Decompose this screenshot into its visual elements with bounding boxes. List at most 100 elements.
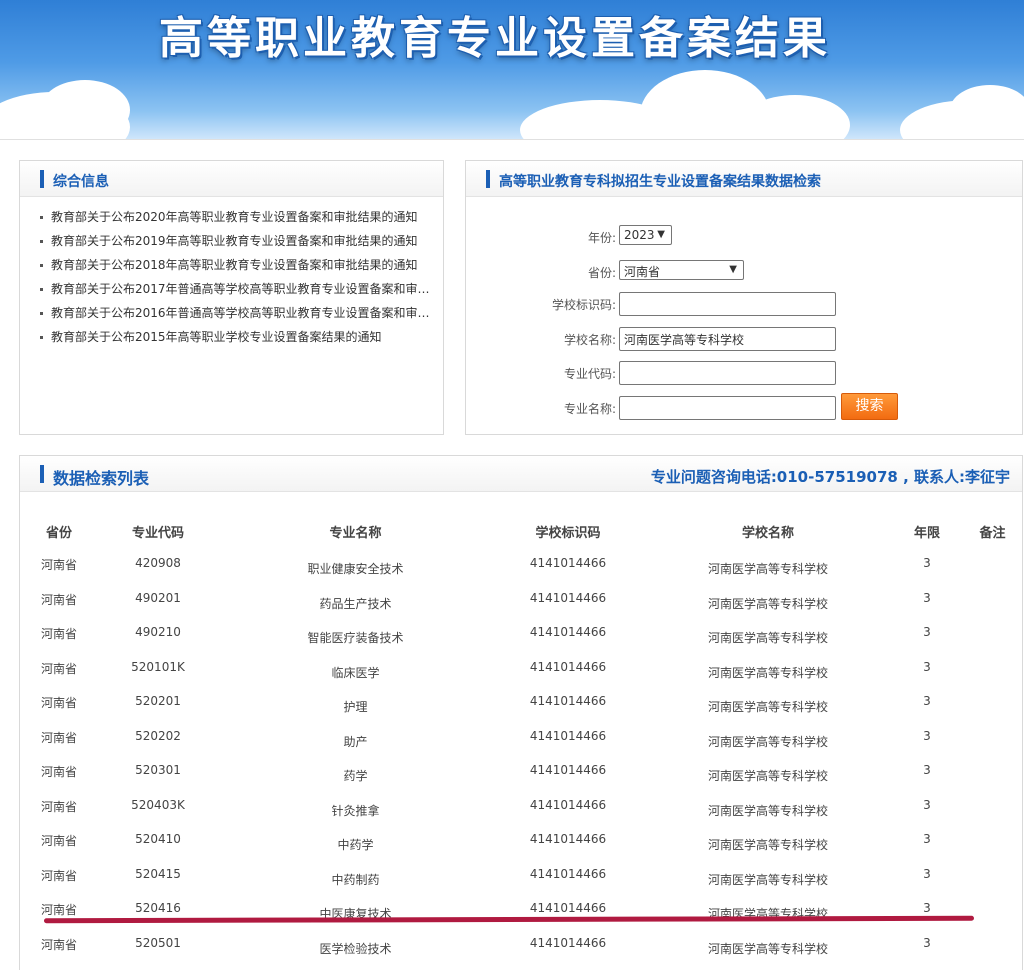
cell-notes — [961, 824, 1024, 859]
bullet-icon — [40, 312, 43, 315]
cell-notes — [961, 721, 1024, 756]
cell-years: 3 — [923, 763, 931, 777]
table-row: 河南省 520101K 临床医学 4141014466 河南医学高等专科学校 3 — [20, 652, 1024, 687]
cell-school-name: 河南医学高等专科学校 — [707, 838, 828, 852]
bullet-icon — [40, 288, 43, 291]
news-item[interactable]: 教育部关于公布2020年高等职业教育专业设置备案和审批结果的通知 — [40, 205, 440, 229]
news-item[interactable]: 教育部关于公布2016年普通高等学校高等职业教育专业设置备案和审批结果的通知 — [40, 301, 440, 325]
results-panel: 数据检索列表 专业问题咨询电话:010-57519078 , 联系人:李征宇 省… — [19, 455, 1023, 970]
column-header-years: 年限 — [913, 525, 940, 541]
cell-years: 3 — [923, 590, 931, 605]
cell-school-id: 4141014466 — [529, 935, 607, 950]
major-code-input[interactable] — [619, 361, 836, 385]
news-item[interactable]: 教育部关于公布2017年普通高等学校高等职业教育专业设置备案和审批结果的通知 — [40, 277, 440, 301]
cell-school-name: 河南医学高等专科学校 — [707, 769, 828, 783]
table-row: 河南省 490201 药品生产技术 4141014466 河南医学高等专科学校 3 — [20, 583, 1024, 618]
search-panel-header: 高等职业教育专科拟招生专业设置备案结果数据检索 — [466, 161, 1022, 197]
major-name-label: 专业名称: — [563, 402, 616, 416]
news-panel-title: 综合信息 — [53, 174, 109, 190]
table-row: 河南省 520415 中药制药 4141014466 河南医学高等专科学校 3 — [20, 859, 1024, 894]
news-link[interactable]: 教育部关于公布2020年高等职业教育专业设置备案和审批结果的通知 — [51, 210, 418, 224]
results-panel-title: 数据检索列表 — [53, 469, 150, 488]
major-code-label: 专业代码: — [563, 367, 616, 381]
cell-province: 河南省 — [40, 765, 77, 779]
news-item[interactable]: 教育部关于公布2019年高等职业教育专业设置备案和审批结果的通知 — [40, 229, 440, 253]
table-row: 河南省 520201 护理 4141014466 河南医学高等专科学校 3 — [20, 686, 1024, 721]
province-select[interactable]: 河南省 ▼ — [619, 260, 744, 280]
cell-major-code: 520101K — [131, 659, 185, 674]
cell-notes — [961, 790, 1024, 825]
cell-province: 河南省 — [40, 937, 77, 952]
cell-school-name: 河南医学高等专科学校 — [707, 665, 828, 680]
cell-notes — [961, 893, 1024, 928]
cell-major-code: 420908 — [135, 556, 181, 570]
cell-major-name: 护理 — [343, 700, 368, 714]
section-marker — [486, 170, 490, 188]
header-banner: 高等职业教育专业设置备案结果 — [0, 0, 1024, 140]
cell-notes — [961, 548, 1024, 583]
cell-major-name: 中药学 — [337, 838, 374, 852]
cell-major-code: 520410 — [135, 832, 181, 846]
cell-school-name: 河南医学高等专科学校 — [707, 734, 828, 749]
year-label: 年份: — [587, 231, 616, 245]
cell-school-id: 4141014466 — [529, 763, 607, 777]
cell-years: 3 — [923, 901, 931, 915]
table-header-row: 省份 专业代码 专业名称 学校标识码 学校名称 年限 备注 — [20, 514, 1024, 548]
cell-school-id: 4141014466 — [529, 556, 607, 570]
cell-school-name: 河南医学高等专科学校 — [707, 562, 828, 576]
school-name-row: 学校名称: — [466, 327, 1024, 351]
search-button[interactable]: 搜索 — [841, 393, 898, 420]
cell-school-id: 4141014466 — [529, 866, 607, 881]
news-list: 教育部关于公布2020年高等职业教育专业设置备案和审批结果的通知 教育部关于公布… — [20, 197, 443, 349]
cell-major-name: 智能医疗装备技术 — [307, 631, 404, 645]
section-marker — [40, 170, 44, 188]
bullet-icon — [40, 264, 43, 267]
news-link[interactable]: 教育部关于公布2016年普通高等学校高等职业教育专业设置备案和审批结果的通知 — [51, 306, 440, 320]
news-link[interactable]: 教育部关于公布2019年高等职业教育专业设置备案和审批结果的通知 — [51, 234, 418, 248]
cell-school-name: 河南医学高等专科学校 — [707, 941, 828, 956]
year-select[interactable]: 2023 ▼ — [619, 225, 672, 245]
cell-school-id: 4141014466 — [529, 728, 607, 743]
bullet-icon — [40, 336, 43, 339]
province-row: 省份: 河南省 ▼ — [466, 260, 1024, 284]
cell-school-name: 河南医学高等专科学校 — [707, 631, 828, 645]
results-table: 省份 专业代码 专业名称 学校标识码 学校名称 年限 备注 河南省 420908 职… — [20, 514, 1024, 962]
major-name-input[interactable] — [619, 396, 836, 420]
cell-school-id: 4141014466 — [529, 797, 607, 812]
province-selected-value: 河南省 — [624, 265, 661, 279]
cell-province: 河南省 — [40, 834, 77, 848]
cell-years: 3 — [923, 832, 931, 846]
cloud-decoration — [40, 80, 130, 139]
school-name-label: 学校名称: — [563, 333, 616, 347]
cell-school-name: 河南医学高等专科学校 — [707, 596, 828, 611]
column-header-province: 省份 — [45, 525, 72, 541]
cell-major-code: 520201 — [135, 694, 181, 708]
cell-major-name: 药品生产技术 — [319, 596, 392, 611]
news-item[interactable]: 教育部关于公布2015年高等职业学校专业设置备案结果的通知 — [40, 325, 440, 349]
search-panel: 高等职业教育专科拟招生专业设置备案结果数据检索 年份: 2023 ▼ 省份: 河… — [465, 160, 1023, 435]
chevron-down-icon: ▼ — [657, 229, 665, 240]
news-link[interactable]: 教育部关于公布2015年高等职业学校专业设置备案结果的通知 — [51, 330, 382, 344]
cell-province: 河南省 — [40, 799, 77, 814]
cell-school-name: 河南医学高等专科学校 — [707, 700, 828, 714]
news-link[interactable]: 教育部关于公布2018年高等职业教育专业设置备案和审批结果的通知 — [51, 258, 418, 272]
cell-years: 3 — [923, 935, 931, 950]
cell-major-name: 助产 — [343, 734, 368, 749]
school-name-input[interactable] — [619, 327, 836, 351]
cell-notes — [961, 686, 1024, 721]
column-header-school-name: 学校名称 — [741, 525, 794, 541]
school-id-input[interactable] — [619, 292, 836, 316]
news-item[interactable]: 教育部关于公布2018年高等职业教育专业设置备案和审批结果的通知 — [40, 253, 440, 277]
cell-province: 河南省 — [40, 558, 77, 572]
news-link[interactable]: 教育部关于公布2017年普通高等学校高等职业教育专业设置备案和审批结果的通知 — [51, 282, 440, 296]
news-panel-header: 综合信息 — [20, 161, 443, 197]
cell-major-code: 490210 — [135, 625, 181, 639]
year-selected-value: 2023 — [624, 228, 655, 242]
cell-school-name: 河南医学高等专科学校 — [707, 803, 828, 818]
column-header-school-id: 学校标识码 — [535, 525, 601, 541]
cell-school-id: 4141014466 — [529, 901, 607, 915]
column-header-major-code: 专业代码 — [131, 525, 184, 541]
cell-major-code: 520301 — [135, 763, 181, 777]
cell-major-name: 医学检验技术 — [319, 941, 392, 956]
major-name-row: 专业名称: 搜索 — [466, 393, 1024, 420]
